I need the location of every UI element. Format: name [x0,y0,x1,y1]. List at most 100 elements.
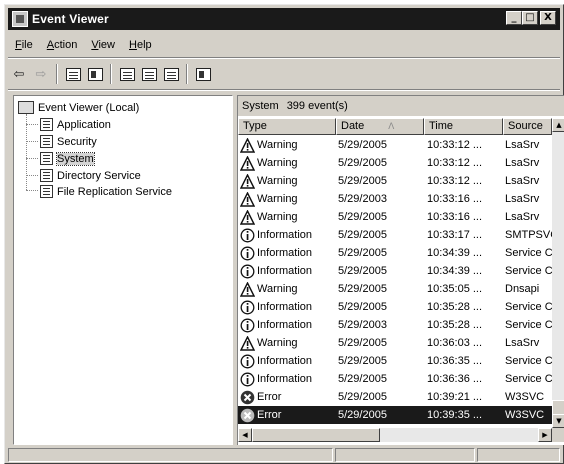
event-date-cell: 5/29/2005 [338,229,387,241]
event-type-cell: Information [240,226,334,244]
maximize-button[interactable]: □ [522,11,538,25]
column-header-source[interactable]: Source [503,118,552,135]
warning-icon [240,191,257,207]
column-date-label: Date [341,120,365,132]
tree-item-label: File Replication Service [57,185,172,198]
event-date-cell: 5/29/2005 [338,337,387,349]
event-type-cell: Warning [240,154,334,172]
export-list-icon[interactable] [160,63,182,85]
menu-file[interactable]: File [8,39,40,51]
refresh-icon[interactable] [138,63,160,85]
event-date-cell: 5/29/2003 [338,319,387,331]
event-time-cell: 10:33:16 ... [427,193,483,205]
console-tree[interactable]: Event Viewer (Local) Application Securit… [13,95,233,445]
event-row[interactable]: Information 5/29/2003 10:35:28 ... Service … [238,316,552,334]
toolbar-separator [186,64,188,84]
log-icon [40,185,53,198]
event-date-cell: 5/29/2005 [338,265,387,277]
information-icon [240,318,257,333]
event-row[interactable]: Warning 5/29/2005 10:35:05 ... Dnsapi [238,280,552,298]
tree-item-security[interactable]: Security [40,133,97,150]
title-bar[interactable]: Event Viewer _ □ X [8,8,560,30]
up-icon[interactable] [62,63,84,85]
scroll-down-button[interactable]: ▼ [552,414,564,428]
event-row[interactable]: Warning 5/29/2005 10:33:12 ... LsaSrv [238,172,552,190]
tree-root-event-viewer[interactable]: Event Viewer (Local) [18,99,139,116]
event-time-cell: 10:36:36 ... [427,373,483,385]
event-type-text: Error [257,409,282,421]
horizontal-scrollbar[interactable]: ◀ ▶ [238,428,552,442]
event-type-cell: Error [240,406,334,424]
event-row[interactable]: Information 5/29/2005 10:35:28 ... Service … [238,298,552,316]
log-icon [40,152,53,165]
event-source-cell: W3SVC [505,409,545,421]
event-row[interactable]: Warning 5/29/2005 10:33:16 ... LsaSrv [238,208,552,226]
tree-connector [26,141,38,142]
event-type-cell: Information [240,244,334,262]
event-row[interactable]: Warning 5/29/2005 10:33:12 ... LsaSrv [238,154,552,172]
column-header-date[interactable]: Date Λ [336,118,424,135]
menu-bar: File Action View Help [8,35,159,55]
tree-item-file-replication-service[interactable]: File Replication Service [40,183,172,200]
menu-action[interactable]: Action [40,39,85,51]
properties-icon[interactable] [116,63,138,85]
event-source-cell: Service Co [505,373,552,385]
column-time-label: Time [429,120,454,132]
event-type-cell: Information [240,298,334,316]
tree-item-application[interactable]: Application [40,116,111,133]
event-type-text: Error [257,391,282,403]
column-header-time[interactable]: Time [424,118,503,135]
tree-item-system[interactable]: System [40,150,95,167]
forward-icon[interactable]: ⇨ [30,63,52,85]
column-type-label: Type [243,120,267,132]
menu-view-label: iew [98,39,115,51]
toolbar-separator [56,64,58,84]
event-type-cell: Warning [240,334,334,352]
event-time-cell: 10:33:12 ... [427,175,483,187]
back-icon[interactable]: ⇦ [8,63,30,85]
event-row[interactable]: Error 5/29/2005 10:39:35 ... W3SVC [238,406,552,424]
tree-item-directory-service[interactable]: Directory Service [40,167,141,184]
event-row[interactable]: Information 5/29/2005 10:33:17 ... SMTPSVC [238,226,552,244]
vertical-scrollbar[interactable]: ▲ ▼ [552,118,564,428]
event-row[interactable]: Information 5/29/2005 10:36:35 ... Service … [238,352,552,370]
help-icon[interactable] [192,63,214,85]
information-icon [240,228,257,243]
event-row[interactable]: Information 5/29/2005 10:34:39 ... Service … [238,244,552,262]
event-source-cell: LsaSrv [505,157,540,169]
event-type-text: Warning [257,283,298,295]
column-source-label: Source [508,120,543,132]
event-row[interactable]: Warning 5/29/2003 10:33:16 ... LsaSrv [238,190,552,208]
event-time-cell: 10:36:03 ... [427,337,483,349]
event-date-cell: 5/29/2005 [338,373,387,385]
scroll-left-button[interactable]: ◀ [238,428,252,442]
column-header-type[interactable]: Type [238,118,336,135]
menu-help[interactable]: Help [122,39,159,51]
minimize-button[interactable]: _ [506,11,522,25]
event-list-pane: System 399 event(s) Type Date Λ Time Sour… [237,95,564,445]
event-date-cell: 5/29/2005 [338,157,387,169]
event-row[interactable]: Warning 5/29/2005 10:36:03 ... LsaSrv [238,334,552,352]
information-icon [240,264,257,279]
event-date-cell: 5/29/2005 [338,301,387,313]
event-time-cell: 10:35:28 ... [427,301,483,313]
event-time-cell: 10:34:39 ... [427,265,483,277]
close-button[interactable]: X [540,11,556,25]
horizontal-scroll-thumb[interactable] [252,428,380,442]
event-row[interactable]: Information 5/29/2005 10:34:39 ... Service … [238,262,552,280]
event-source-cell: Service Co [505,301,552,313]
event-row[interactable]: Warning 5/29/2005 10:33:12 ... LsaSrv [238,136,552,154]
event-type-cell: Error [240,388,334,406]
log-name: System [242,100,279,112]
tree-item-label: Application [57,118,111,131]
scroll-right-button[interactable]: ▶ [538,428,552,442]
event-row[interactable]: Error 5/29/2005 10:39:21 ... W3SVC [238,388,552,406]
menu-view[interactable]: View [84,39,122,51]
event-type-text: Warning [257,193,298,205]
event-time-cell: 10:33:16 ... [427,211,483,223]
scroll-up-button[interactable]: ▲ [552,118,564,132]
show-hide-tree-icon[interactable] [84,63,106,85]
event-time-cell: 10:33:17 ... [427,229,483,241]
event-row[interactable]: Information 5/29/2005 10:36:36 ... Service … [238,370,552,388]
event-type-cell: Information [240,352,334,370]
